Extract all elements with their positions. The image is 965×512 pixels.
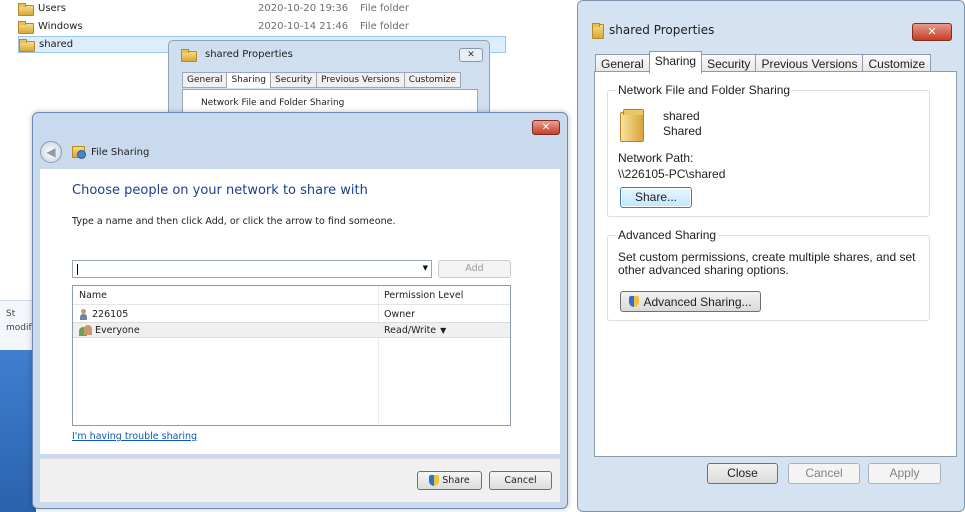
left-screenshot: Users 2020-10-20 19:36 File folder Windo…	[0, 0, 573, 512]
folder-icon	[19, 39, 35, 52]
window-title: File Sharing	[91, 146, 150, 158]
advanced-sharing-description: Set custom permissions, create multiple …	[618, 250, 916, 277]
window-title-text: shared Properties	[205, 49, 293, 60]
window-title: shared Properties	[181, 49, 293, 62]
explorer-row-name: Windows	[38, 21, 83, 32]
share-button-label: Share	[442, 475, 470, 486]
apply-button[interactable]: Apply	[868, 463, 941, 484]
uac-shield-icon	[429, 475, 440, 486]
column-header-permission[interactable]: Permission Level	[384, 290, 463, 301]
group-label: Advanced Sharing	[616, 228, 719, 242]
tab-sharing[interactable]: Sharing	[648, 51, 703, 74]
explorer-row-type: File folder	[360, 3, 409, 14]
tab-previous-versions[interactable]: Previous Versions	[316, 72, 405, 88]
row-name: Everyone	[95, 324, 140, 336]
folder-share-state: Shared	[663, 124, 702, 138]
advanced-sharing-group: Advanced Sharing Set custom permissions,…	[607, 228, 930, 321]
advanced-sharing-button-label: Advanced Sharing...	[643, 294, 752, 309]
explorer-row-type: File folder	[360, 21, 409, 32]
row-name-cell: Everyone	[79, 324, 140, 336]
name-combobox[interactable]: ▼	[72, 260, 432, 278]
tab-general[interactable]: General	[182, 72, 228, 88]
permission-dropdown[interactable]: Read/Write ▼	[384, 325, 446, 336]
advanced-sharing-button[interactable]: Advanced Sharing...	[620, 291, 761, 312]
cancel-button[interactable]: Cancel	[788, 463, 860, 484]
network-path-label: Network Path:	[618, 151, 694, 165]
wizard-instruction: Type a name and then click Add, or click…	[72, 216, 396, 227]
wizard-nav: ◀ File Sharing	[40, 140, 149, 164]
cancel-button[interactable]: Cancel	[489, 471, 552, 490]
uac-shield-icon	[629, 296, 640, 307]
trouble-sharing-link[interactable]: I'm having trouble sharing	[72, 431, 197, 442]
tab-strip: General Sharing Security Previous Versio…	[182, 72, 461, 88]
wizard-heading: Choose people on your network to share w…	[72, 183, 368, 198]
share-button[interactable]: Share...	[620, 187, 692, 208]
back-arrow-icon[interactable]: ◀	[40, 141, 62, 163]
row-permission-cell: Owner	[384, 309, 415, 320]
row-permission: Owner	[384, 308, 416, 320]
tab-sharing[interactable]: Sharing	[226, 72, 272, 88]
close-button[interactable]: ✕	[912, 23, 952, 41]
table-row[interactable]: Everyone Read/Write ▼	[73, 322, 510, 338]
properties-window: shared Properties ✕ General Sharing Secu…	[577, 0, 965, 512]
group-label: Network File and Folder Sharing	[201, 98, 345, 108]
close-button[interactable]: ✕	[532, 120, 560, 135]
network-path-value: \\226105-PC\shared	[618, 167, 726, 181]
shared-folder-icon	[620, 109, 644, 142]
row-name: 226105	[92, 308, 129, 320]
folder-icon	[18, 21, 34, 34]
table-header: Name Permission Level	[73, 286, 510, 305]
tab-customize[interactable]: Customize	[403, 72, 461, 88]
wizard-footer: Share Cancel	[40, 458, 560, 502]
share-button[interactable]: Share	[417, 471, 482, 490]
dropdown-arrow-icon[interactable]: ▼	[440, 326, 446, 335]
group-label: Network File and Folder Sharing	[616, 83, 793, 97]
group-icon	[79, 324, 92, 336]
sharing-tab-panel: Network File and Folder Sharing shared S…	[594, 71, 957, 457]
user-icon	[79, 308, 88, 320]
close-dialog-button[interactable]: Close	[707, 463, 778, 484]
desktop-background	[0, 350, 36, 512]
text-caret	[77, 264, 78, 275]
folder-name: shared	[663, 109, 700, 123]
explorer-row-windows[interactable]: Windows 2020-10-14 21:46 File folder	[18, 18, 506, 35]
wizard-body: Choose people on your network to share w…	[40, 169, 560, 454]
folder-icon	[592, 23, 604, 39]
folder-icon	[181, 49, 197, 62]
explorer-row-date: 2020-10-20 19:36	[258, 3, 349, 14]
row-permission: Read/Write	[384, 324, 437, 336]
network-sharing-group: Network File and Folder Sharing shared S…	[607, 83, 930, 217]
file-sharing-icon	[72, 146, 86, 159]
explorer-status-stub: St modif	[0, 300, 36, 350]
tab-security[interactable]: Security	[270, 72, 317, 88]
explorer-row-date: 2020-10-14 21:46	[258, 21, 349, 32]
close-button[interactable]: ✕	[459, 48, 483, 62]
explorer-row-users[interactable]: Users 2020-10-20 19:36 File folder	[18, 0, 506, 17]
add-button[interactable]: Add	[438, 260, 511, 278]
window-title-text: shared Properties	[609, 23, 715, 37]
permissions-table: Name Permission Level 226105 Owner Every…	[72, 285, 511, 426]
window-title: shared Properties	[592, 23, 715, 39]
folder-icon	[18, 3, 34, 16]
dropdown-arrow-icon[interactable]: ▼	[423, 264, 428, 272]
column-header-name[interactable]: Name	[79, 290, 107, 301]
explorer-row-name: Users	[38, 3, 67, 14]
file-sharing-window: ✕ ◀ File Sharing Choose people on your n…	[32, 112, 568, 509]
table-row[interactable]: 226105 Owner	[73, 306, 510, 322]
row-name-cell: 226105	[79, 308, 129, 320]
